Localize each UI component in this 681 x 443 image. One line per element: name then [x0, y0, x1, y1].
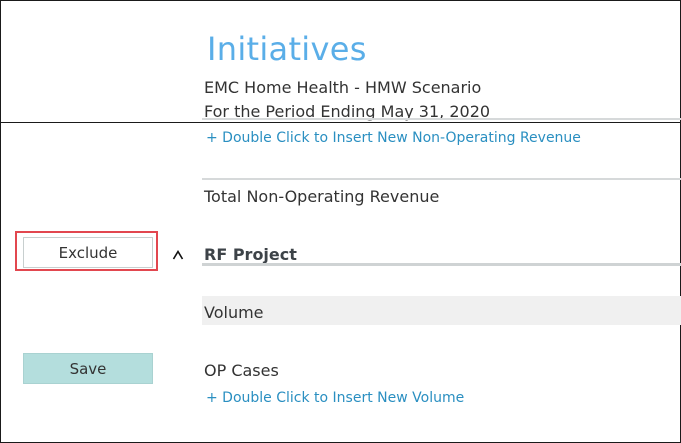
insert-non-operating-revenue-link[interactable]: + Double Click to Insert New Non-Operati…	[206, 130, 581, 146]
section-divider	[202, 178, 681, 180]
caret-up-icon[interactable]	[172, 249, 184, 261]
header-divider	[0, 122, 681, 123]
exclude-button[interactable]: Exclude	[23, 237, 153, 268]
header-rule	[202, 118, 681, 120]
total-non-operating-revenue-label: Total Non-Operating Revenue	[204, 187, 440, 206]
report-header: Initiatives EMC Home Health - HMW Scenar…	[0, 0, 681, 122]
project-name-label: RF Project	[204, 245, 297, 264]
volume-label: Volume	[204, 303, 264, 322]
volume-section-header: Volume	[202, 296, 681, 325]
save-button[interactable]: Save	[23, 353, 153, 384]
organization-subtitle: EMC Home Health - HMW Scenario	[204, 78, 482, 97]
insert-volume-link[interactable]: + Double Click to Insert New Volume	[206, 390, 464, 406]
project-underline	[202, 263, 681, 266]
op-cases-label: OP Cases	[204, 361, 279, 380]
page-title: Initiatives	[207, 30, 367, 68]
